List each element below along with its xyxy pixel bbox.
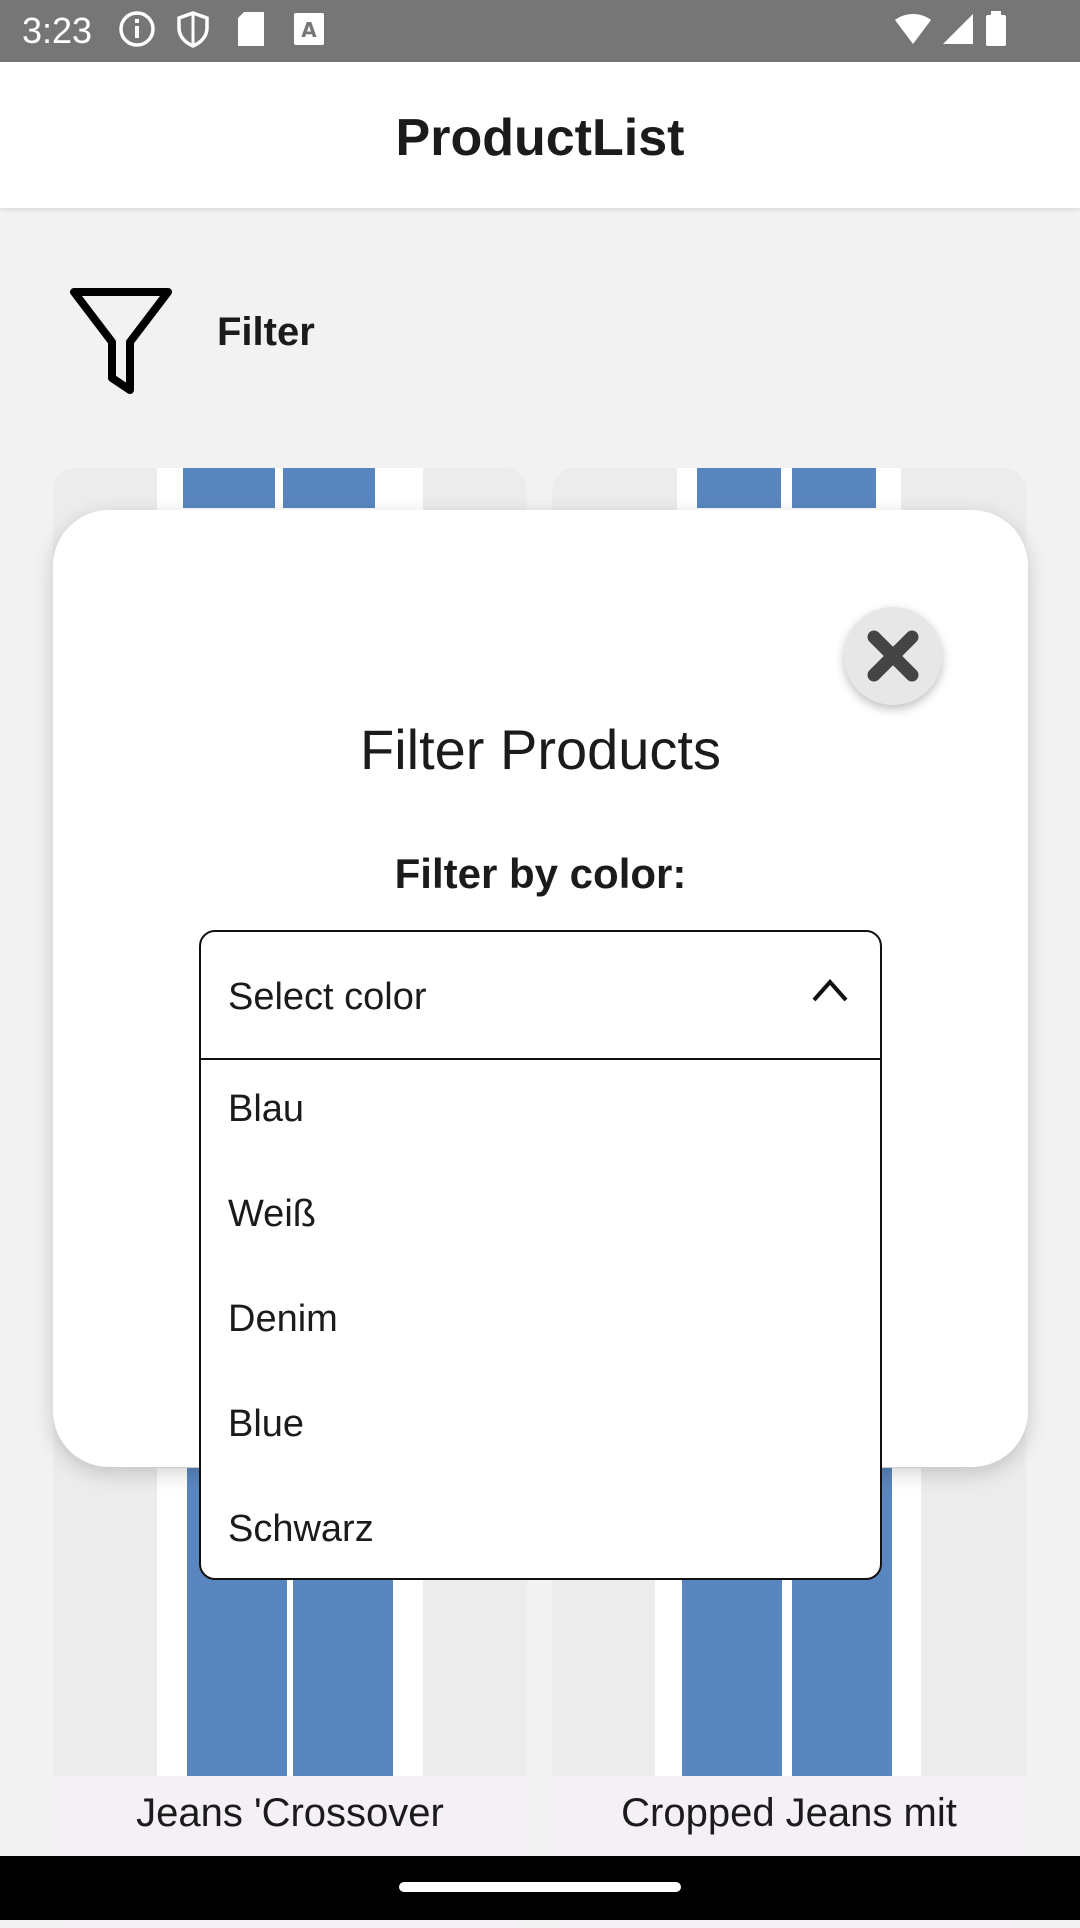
status-bar: 3:23 A [0, 0, 1080, 62]
navigation-bar [0, 1856, 1080, 1920]
close-button[interactable] [844, 607, 942, 705]
status-time: 3:23 [22, 10, 93, 51]
signal-icon [943, 14, 973, 44]
wifi-icon [895, 14, 931, 44]
info-icon [119, 11, 155, 47]
color-select-placeholder: Select color [228, 976, 427, 1018]
color-dropdown[interactable]: Select color Blau Weiß Denim Blue Schwar… [199, 930, 882, 1580]
color-option-blau[interactable]: Blau [201, 1060, 880, 1165]
sd-card-icon [238, 12, 264, 46]
color-option-label: Blue [228, 1403, 305, 1445]
home-gesture-handle[interactable] [399, 1882, 681, 1892]
filter-color-label: Filter by color: [394, 850, 687, 897]
color-option-denim[interactable]: Denim [201, 1270, 880, 1375]
color-option-schwarz[interactable]: Schwarz [201, 1480, 880, 1585]
color-option-blue[interactable]: Blue [201, 1375, 880, 1480]
color-option-label: Denim [228, 1298, 338, 1340]
shield-icon [177, 11, 209, 48]
color-option-label: Schwarz [228, 1508, 374, 1550]
svg-text:A: A [301, 18, 317, 42]
battery-icon [986, 11, 1006, 46]
color-option-label: Weiß [228, 1193, 316, 1235]
chevron-up-icon [812, 978, 848, 1002]
modal-title: Filter Products [360, 718, 721, 781]
close-icon [867, 630, 919, 682]
color-option-label: Blau [228, 1088, 305, 1130]
keyboard-a-icon: A [294, 13, 324, 45]
color-select-field[interactable]: Select color [201, 932, 880, 1060]
color-option-weiss[interactable]: Weiß [201, 1165, 880, 1270]
